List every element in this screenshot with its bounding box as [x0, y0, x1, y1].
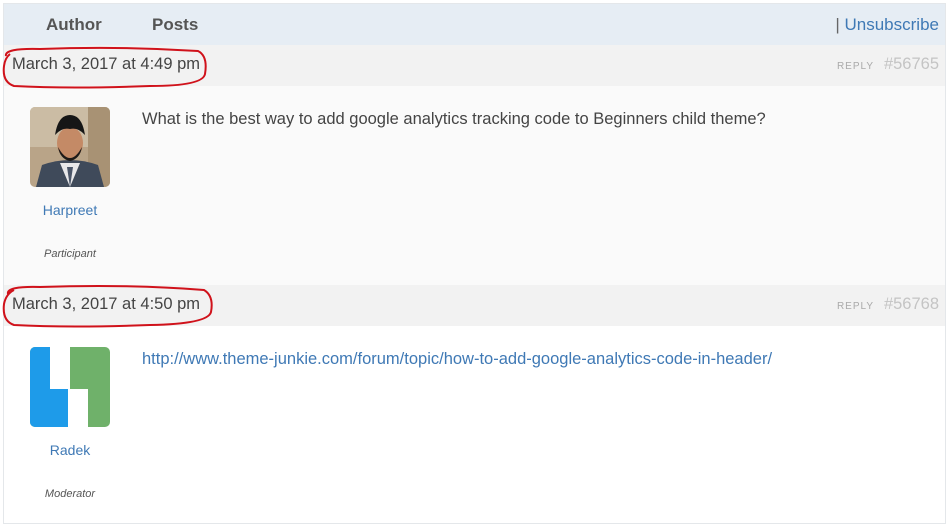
separator: | — [835, 15, 840, 34]
reply-content: http://www.theme-junkie.com/forum/topic/… — [142, 350, 772, 369]
reply-body: Radek Moderator http://www.theme-junkie.… — [4, 326, 945, 523]
reply-body: Harpreet Participant What is the best wa… — [4, 86, 945, 285]
replies-header: Author Posts | Unsubscribe — [4, 4, 945, 46]
author-name-link[interactable]: Harpreet — [4, 202, 136, 218]
reply-date: March 3, 2017 at 4:50 pm — [12, 295, 201, 313]
reply-meta-bar: March 3, 2017 at 4:50 pm REPLY #56768 — [4, 285, 945, 326]
reply-date: March 3, 2017 at 4:49 pm — [12, 55, 201, 73]
reply-permalink[interactable]: #56768 — [884, 295, 939, 314]
identicon-avatar-icon[interactable] — [30, 347, 110, 427]
unsubscribe-link[interactable]: Unsubscribe — [845, 15, 940, 34]
unsubscribe-area: | Unsubscribe — [835, 15, 939, 35]
author-name-link[interactable]: Radek — [4, 442, 136, 458]
posts-column-header: Posts — [152, 15, 199, 34]
forum-topic-link[interactable]: http://www.theme-junkie.com/forum/topic/… — [142, 350, 772, 368]
author-role: Participant — [44, 248, 96, 260]
forum-topic-replies: Author Posts | Unsubscribe March 3, 2017… — [3, 3, 946, 524]
reply-permalink[interactable]: #56765 — [884, 55, 939, 74]
author-role: Moderator — [44, 488, 96, 500]
reply-button[interactable]: REPLY — [837, 301, 874, 312]
reply-content: What is the best way to add google analy… — [142, 110, 766, 128]
reply-button[interactable]: REPLY — [837, 61, 874, 72]
author-column-header: Author — [46, 15, 102, 34]
user-photo-avatar-icon[interactable] — [30, 107, 110, 187]
reply-meta-bar: March 3, 2017 at 4:49 pm REPLY #56765 — [4, 45, 945, 86]
